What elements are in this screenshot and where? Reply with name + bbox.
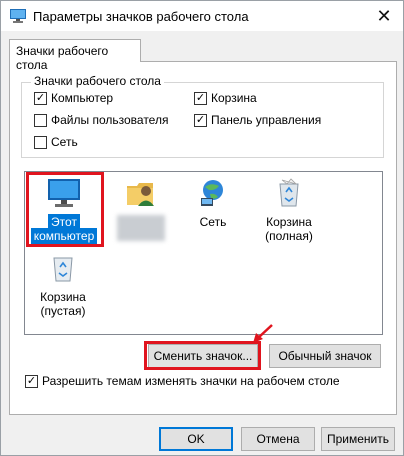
list-item-recycle-bin-full[interactable]: Корзина (полная) — [261, 178, 317, 243]
red-arrow-annotation — [253, 324, 273, 343]
list-item-recycle-bin-empty[interactable]: Корзина (пустая) — [35, 253, 91, 318]
recycle-bin-empty-icon — [53, 257, 73, 282]
close-button[interactable]: ✕ — [373, 5, 395, 27]
desktop-icons-app-icon — [10, 9, 26, 23]
tab-label: Значки рабочего стола — [16, 44, 109, 72]
list-item-user-files[interactable] — [111, 178, 171, 241]
dialog-window: Параметры значков рабочего стола ✕ Значк… — [0, 0, 404, 456]
user-folder-icon — [127, 183, 154, 206]
recycle-bin-full-icon — [279, 178, 299, 207]
network-globe-icon — [201, 180, 223, 206]
checkbox-allow-themes[interactable]: ✓ — [25, 375, 38, 388]
blurred-label — [117, 215, 165, 241]
checkbox-network-label: Сеть — [51, 135, 78, 149]
list-item-network[interactable]: Сеть — [191, 178, 235, 229]
checkbox-user-files[interactable] — [34, 114, 47, 127]
selection-highlight-box — [26, 172, 104, 247]
checkbox-computer-label: Компьютер — [51, 91, 114, 105]
checkbox-control-panel[interactable]: ✓ — [194, 114, 207, 127]
checkbox-network[interactable] — [34, 136, 47, 149]
icon-label: (пустая) — [40, 304, 86, 318]
apply-button[interactable]: Применить — [321, 427, 395, 451]
checkbox-computer[interactable]: ✓ — [34, 92, 47, 105]
default-icon-button[interactable]: Обычный значок — [269, 344, 381, 368]
icon-label: Корзина — [40, 290, 86, 304]
checkbox-control-panel-label: Панель управления — [211, 113, 322, 127]
checkbox-user-files-label: Файлы пользователя — [51, 113, 169, 127]
cancel-button[interactable]: Отмена — [241, 427, 315, 451]
checkbox-allow-themes-label: Разрешить темам изменять значки на рабоч… — [42, 374, 340, 388]
tab-desktop-icons[interactable]: Значки рабочего стола — [9, 39, 141, 72]
group-label: Значки рабочего стола — [31, 74, 164, 88]
title-bar: Параметры значков рабочего стола ✕ — [1, 1, 403, 31]
change-icon-highlight-box — [144, 341, 261, 370]
checkbox-recycle-bin-label: Корзина — [211, 91, 257, 105]
icon-label: Сеть — [199, 215, 227, 229]
icon-label: Корзина — [266, 215, 312, 229]
icon-label: (полная) — [265, 229, 313, 243]
window-title: Параметры значков рабочего стола — [33, 9, 249, 24]
checkbox-recycle-bin[interactable]: ✓ — [194, 92, 207, 105]
ok-button[interactable]: OK — [159, 427, 233, 451]
